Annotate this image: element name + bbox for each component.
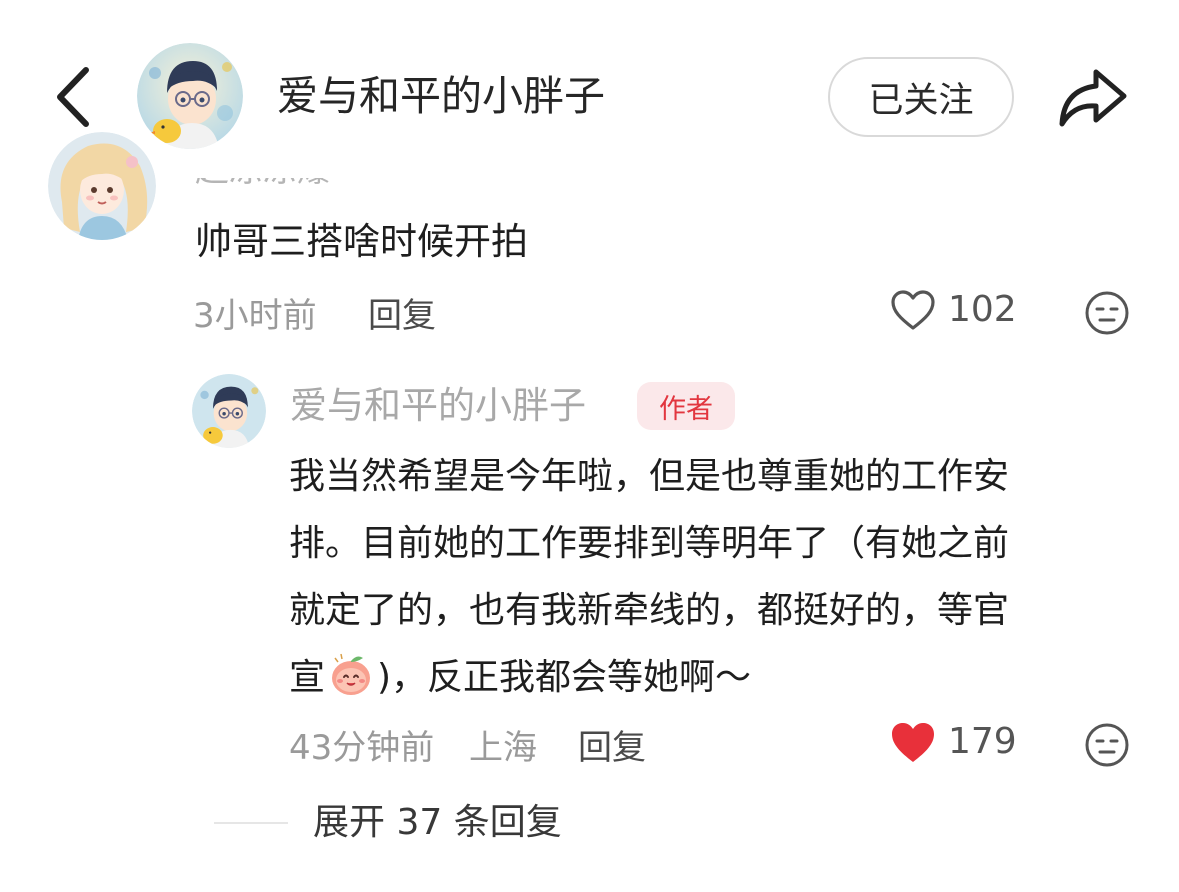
reply-author-avatar[interactable] [192, 374, 266, 448]
reply-time: 43分钟前 [289, 728, 435, 768]
chevron-left-icon[interactable] [50, 64, 100, 130]
reply-text-prefix: 宣 [289, 657, 326, 698]
reply-text-line: 我当然希望是今年啦，但是也尊重她的工作安 [289, 456, 1010, 497]
reply-username[interactable]: 爱与和平的小胖子 [290, 381, 586, 431]
heart-filled-icon[interactable] [890, 722, 936, 764]
author-name[interactable]: 爱与和平的小胖子 [277, 67, 605, 125]
author-avatar[interactable] [137, 43, 243, 149]
peach-face-emoji [332, 653, 371, 695]
comment-like-count: 102 [948, 289, 1017, 330]
reply-text-line: 排。目前她的工作要排到等明年了（有她之前 [289, 523, 1010, 564]
expand-replies-button[interactable]: 展开 37 条回复 [313, 800, 562, 846]
comment-time: 3小时前 [193, 296, 317, 336]
neutral-face-icon[interactable] [1084, 722, 1130, 768]
reply-reply-button[interactable]: 回复 [578, 720, 646, 769]
comment-text: 帅哥三搭啥时候开拍 [195, 220, 528, 263]
commenter-avatar[interactable] [48, 132, 156, 240]
heart-outline-icon[interactable] [890, 290, 936, 332]
reply-like-count: 179 [948, 721, 1017, 762]
author-badge: 作者 [637, 382, 735, 430]
reply-text: 我当然希望是今年啦，但是也尊重她的工作安 排。目前她的工作要排到等明年了（有她之… [289, 443, 1149, 711]
reply-location: 上海 [469, 728, 537, 768]
neutral-face-icon[interactable] [1084, 290, 1130, 336]
follow-button[interactable]: 已关注 [828, 57, 1014, 137]
expand-divider [214, 822, 288, 824]
reply-text-suffix: )，反正我都会等她啊～ [377, 657, 752, 698]
reply-text-line-last: 宣 )，反正我都会等她啊～ [289, 644, 1149, 711]
comment-reply-button[interactable]: 回复 [368, 288, 436, 337]
share-arrow-icon[interactable] [1056, 66, 1128, 128]
reply-text-line: 就定了的，也有我新牵线的，都挺好的，等官 [289, 590, 1010, 631]
